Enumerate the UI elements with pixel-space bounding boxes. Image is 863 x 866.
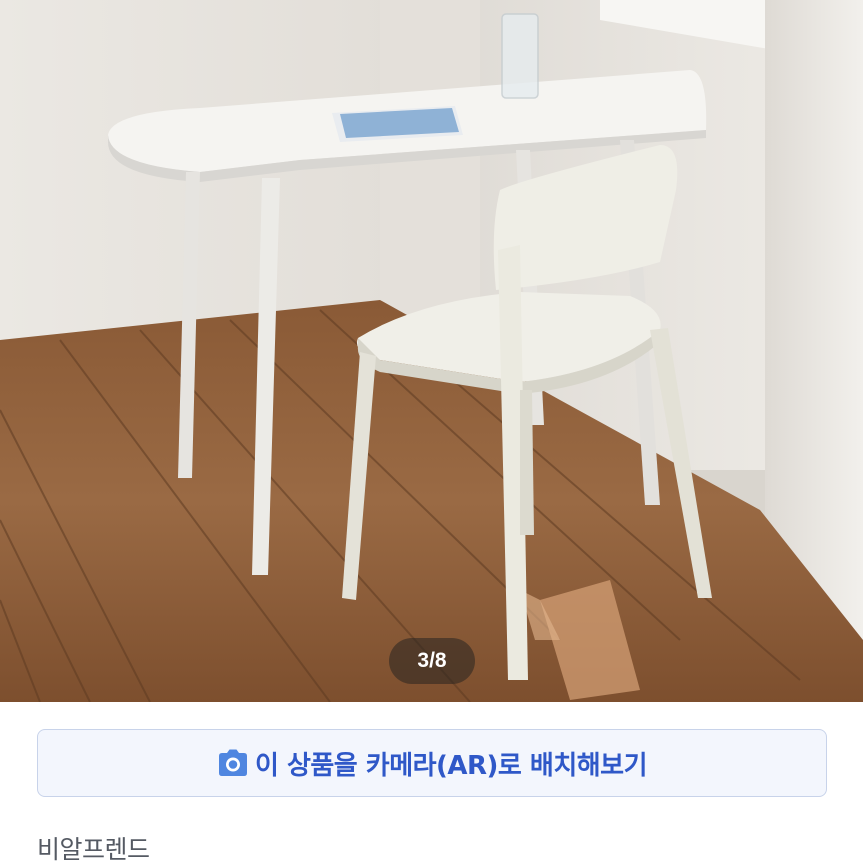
brand-name[interactable]: 비알프렌드 xyxy=(37,830,150,866)
product-image-carousel[interactable]: 3/8 xyxy=(0,0,863,702)
ar-placement-button[interactable]: 이 상품을 카메라(AR)로 배치해보기 xyxy=(37,729,827,797)
page-indicator: 3/8 xyxy=(389,638,475,684)
ar-button-label: 이 상품을 카메라(AR)로 배치해보기 xyxy=(254,750,648,781)
camera-icon xyxy=(217,747,249,779)
product-photo xyxy=(0,0,863,702)
